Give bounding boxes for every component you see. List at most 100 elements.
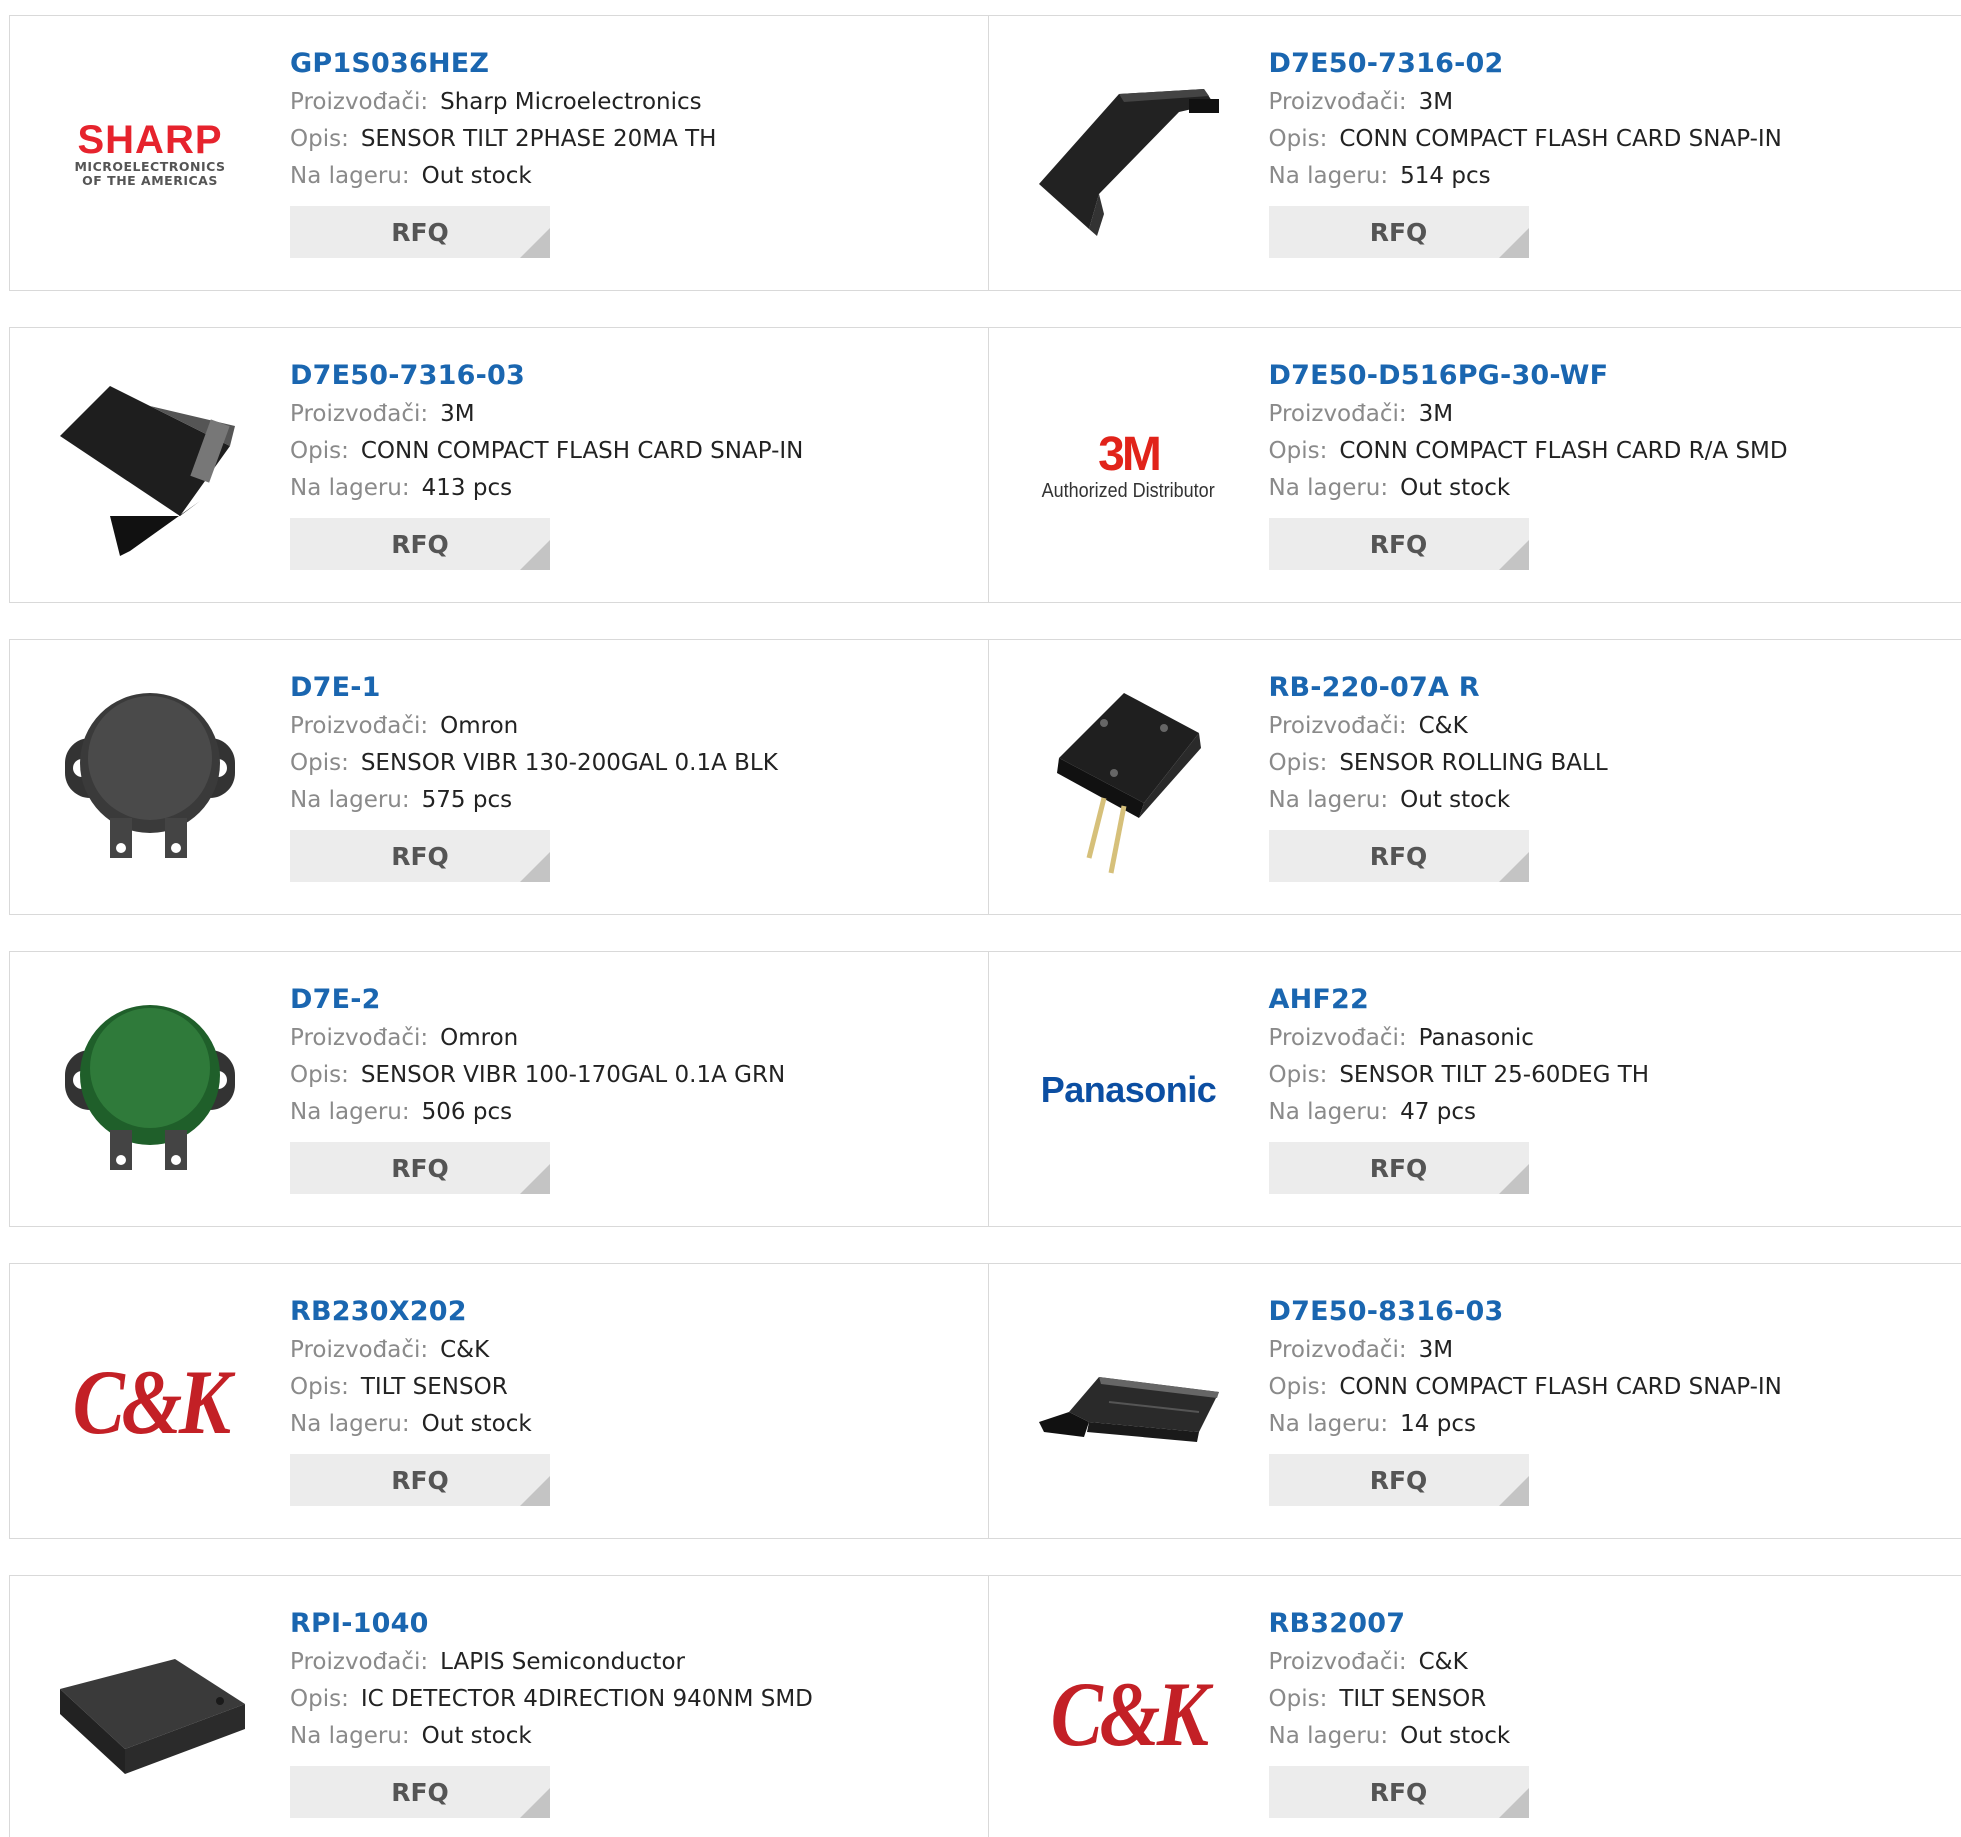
stock-line: Na lageru:47 pcs <box>1269 1094 1650 1131</box>
ck-logo: C&K <box>1051 1661 1206 1767</box>
part-number-link[interactable]: D7E-1 <box>290 668 778 708</box>
stock-value: 514 pcs <box>1400 163 1490 189</box>
product-image[interactable]: C&K <box>50 1302 250 1502</box>
manufacturer-line: Proizvođači:Omron <box>290 1020 785 1057</box>
rfq-button[interactable]: RFQ <box>290 518 550 570</box>
description-line: Opis:TILT SENSOR <box>1269 1681 1529 1718</box>
rfq-button[interactable]: RFQ <box>290 1766 550 1818</box>
sharp-logo: SHARP MICROELECTRONICS OF THE AMERICAS <box>74 120 225 188</box>
product-image[interactable] <box>50 366 250 566</box>
product-card: D7E50-7316-03 Proizvođači:3M Opis:CONN C… <box>10 328 988 602</box>
product-image[interactable]: SHARP MICROELECTRONICS OF THE AMERICAS <box>50 54 250 254</box>
manufacturer-line: Proizvođači:3M <box>1269 84 1782 121</box>
description-line: Opis:SENSOR VIBR 130-200GAL 0.1A BLK <box>290 745 778 782</box>
description-value: CONN COMPACT FLASH CARD SNAP-IN <box>1339 1374 1782 1400</box>
stock-line: Na lageru:Out stock <box>290 158 716 195</box>
product-image[interactable] <box>50 990 250 1190</box>
manufacturer-value: 3M <box>1419 89 1453 115</box>
ic-package-photo <box>50 1614 250 1814</box>
stock-value: Out stock <box>422 1411 532 1437</box>
part-number-link[interactable]: AHF22 <box>1269 980 1650 1020</box>
part-number-link[interactable]: D7E-2 <box>290 980 785 1020</box>
manufacturer-line: Proizvođači:C&K <box>1269 708 1608 745</box>
product-row: RPI-1040 Proizvođači:LAPIS Semiconductor… <box>9 1575 1961 1837</box>
manufacturer-line: Proizvođači:3M <box>1269 1332 1782 1369</box>
description-line: Opis:CONN COMPACT FLASH CARD SNAP-IN <box>1269 121 1782 158</box>
product-image[interactable] <box>1029 678 1229 878</box>
rolling-ball-sensor-photo <box>1029 678 1229 878</box>
manufacturer-line: Proizvođači:3M <box>1269 396 1788 433</box>
description-value: CONN COMPACT FLASH CARD SNAP-IN <box>1339 126 1782 152</box>
description-value: SENSOR VIBR 100-170GAL 0.1A GRN <box>361 1062 785 1088</box>
product-card: C&K RB32007 Proizvođači:C&K Opis:TILT SE… <box>988 1576 1961 1837</box>
corner-triangle-icon <box>1499 1476 1529 1506</box>
description-value: CONN COMPACT FLASH CARD R/A SMD <box>1339 438 1787 464</box>
product-image[interactable] <box>1029 54 1229 254</box>
product-card: D7E50-7316-02 Proizvođači:3M Opis:CONN C… <box>988 16 1961 290</box>
stock-value: 575 pcs <box>422 787 512 813</box>
product-image[interactable] <box>50 678 250 878</box>
description-line: Opis:SENSOR TILT 25-60DEG TH <box>1269 1057 1650 1094</box>
rfq-button[interactable]: RFQ <box>290 206 550 258</box>
part-number-link[interactable]: RB230X202 <box>290 1292 550 1332</box>
rfq-button[interactable]: RFQ <box>1269 518 1529 570</box>
product-image[interactable] <box>1029 1302 1229 1502</box>
stock-value: 506 pcs <box>422 1099 512 1125</box>
vibration-sensor-black-photo <box>50 678 250 878</box>
stock-value: Out stock <box>422 163 532 189</box>
rfq-button[interactable]: RFQ <box>1269 1142 1529 1194</box>
rfq-button[interactable]: RFQ <box>1269 206 1529 258</box>
description-line: Opis:CONN COMPACT FLASH CARD R/A SMD <box>1269 433 1788 470</box>
corner-triangle-icon <box>1499 1164 1529 1194</box>
stock-line: Na lageru:Out stock <box>1269 782 1608 819</box>
description-value: SENSOR ROLLING BALL <box>1339 750 1607 776</box>
stock-line: Na lageru:506 pcs <box>290 1094 785 1131</box>
corner-triangle-icon <box>1499 540 1529 570</box>
product-image[interactable]: 3M Authorized Distributor <box>1029 366 1229 566</box>
manufacturer-value: LAPIS Semiconductor <box>440 1649 685 1675</box>
cf-card-connector-photo <box>50 366 250 566</box>
rfq-button[interactable]: RFQ <box>290 1142 550 1194</box>
product-row: D7E-1 Proizvođači:Omron Opis:SENSOR VIBR… <box>9 639 1961 915</box>
part-number-link[interactable]: D7E50-7316-03 <box>290 356 803 396</box>
stock-line: Na lageru:Out stock <box>290 1718 813 1755</box>
rfq-button[interactable]: RFQ <box>290 830 550 882</box>
rfq-button[interactable]: RFQ <box>1269 1766 1529 1818</box>
product-card: RB-220-07A R Proizvođači:C&K Opis:SENSOR… <box>988 640 1961 914</box>
cf-card-connector-photo <box>1029 54 1229 254</box>
3m-logo: 3M Authorized Distributor <box>1032 430 1224 503</box>
part-number-link[interactable]: RPI-1040 <box>290 1604 813 1644</box>
product-row: C&K RB230X202 Proizvođači:C&K Opis:TILT … <box>9 1263 1961 1539</box>
manufacturer-value: 3M <box>440 401 474 427</box>
rfq-button[interactable]: RFQ <box>1269 830 1529 882</box>
stock-line: Na lageru:575 pcs <box>290 782 778 819</box>
stock-value: 14 pcs <box>1400 1411 1476 1437</box>
product-card: D7E-1 Proizvođači:Omron Opis:SENSOR VIBR… <box>10 640 988 914</box>
rfq-button[interactable]: RFQ <box>290 1454 550 1506</box>
product-card: D7E50-8316-03 Proizvođači:3M Opis:CONN C… <box>988 1264 1961 1538</box>
product-image[interactable]: C&K <box>1029 1614 1229 1814</box>
manufacturer-value: 3M <box>1419 401 1453 427</box>
part-number-link[interactable]: RB-220-07A R <box>1269 668 1608 708</box>
manufacturer-line: Proizvođači:Sharp Microelectronics <box>290 84 716 121</box>
manufacturer-line: Proizvođači:C&K <box>290 1332 550 1369</box>
part-number-link[interactable]: GP1S036HEZ <box>290 44 716 84</box>
part-number-link[interactable]: RB32007 <box>1269 1604 1529 1644</box>
cf-card-frame-photo <box>1029 1302 1229 1502</box>
manufacturer-value: C&K <box>1419 1649 1468 1675</box>
product-row: D7E-2 Proizvođači:Omron Opis:SENSOR VIBR… <box>9 951 1961 1227</box>
product-image[interactable]: Panasonic <box>1029 990 1229 1190</box>
description-line: Opis:TILT SENSOR <box>290 1369 550 1406</box>
stock-value: Out stock <box>422 1723 532 1749</box>
rfq-button[interactable]: RFQ <box>1269 1454 1529 1506</box>
manufacturer-line: Proizvođači:3M <box>290 396 803 433</box>
product-image[interactable] <box>50 1614 250 1814</box>
corner-triangle-icon <box>520 1476 550 1506</box>
part-number-link[interactable]: D7E50-8316-03 <box>1269 1292 1782 1332</box>
part-number-link[interactable]: D7E50-7316-02 <box>1269 44 1782 84</box>
manufacturer-line: Proizvođači:LAPIS Semiconductor <box>290 1644 813 1681</box>
manufacturer-line: Proizvođači:Omron <box>290 708 778 745</box>
stock-line: Na lageru:Out stock <box>1269 470 1788 507</box>
corner-triangle-icon <box>520 540 550 570</box>
part-number-link[interactable]: D7E50-D516PG-30-WF <box>1269 356 1788 396</box>
